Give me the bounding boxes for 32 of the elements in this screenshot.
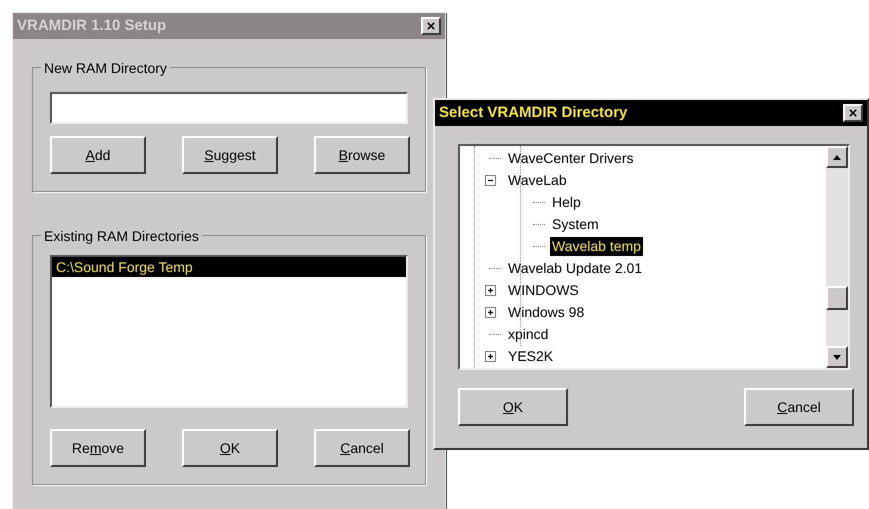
expand-icon[interactable]	[484, 350, 496, 362]
tree-item[interactable]: Help	[550, 192, 583, 212]
cancel-button[interactable]: Cancel	[314, 429, 410, 467]
tree-item[interactable]: System	[550, 214, 601, 234]
ok-button[interactable]: OK	[458, 388, 568, 426]
tree-item[interactable]: WaveCenter Drivers	[506, 148, 636, 168]
window-title: Select VRAMDIR Directory	[439, 102, 628, 123]
tree-item[interactable]: Wavelab temp	[550, 236, 643, 256]
tree-item[interactable]: xpincd	[506, 324, 550, 344]
window-title: VRAMDIR 1.10 Setup	[17, 16, 166, 36]
scroll-up-icon	[833, 154, 841, 160]
ok-button[interactable]: OK	[182, 429, 278, 467]
close-button[interactable]: ×	[843, 104, 863, 122]
remove-button[interactable]: Remove	[50, 429, 146, 467]
list-item[interactable]: C:\Sound Forge Temp	[52, 257, 406, 277]
directory-input[interactable]	[50, 92, 408, 124]
close-button[interactable]: ×	[421, 17, 441, 35]
tree-item[interactable]: WaveLab	[506, 170, 569, 190]
scroll-thumb[interactable]	[826, 286, 848, 310]
tree-item[interactable]: Windows 98	[506, 302, 586, 322]
suggest-button[interactable]: Suggest	[182, 136, 278, 174]
tree-item[interactable]: YES2K	[506, 346, 556, 366]
expand-icon[interactable]	[484, 284, 496, 296]
add-button[interactable]: Add	[50, 136, 146, 174]
expand-icon[interactable]	[484, 306, 496, 318]
collapse-icon[interactable]	[484, 174, 496, 186]
cancel-button[interactable]: Cancel	[744, 388, 854, 426]
scroll-down-icon	[833, 354, 841, 360]
browse-button[interactable]: Browse	[314, 136, 410, 174]
scrollbar[interactable]	[826, 146, 848, 368]
tree-item[interactable]: WINDOWS	[506, 280, 581, 300]
tree-item[interactable]: Wavelab Update 2.01	[506, 258, 644, 278]
